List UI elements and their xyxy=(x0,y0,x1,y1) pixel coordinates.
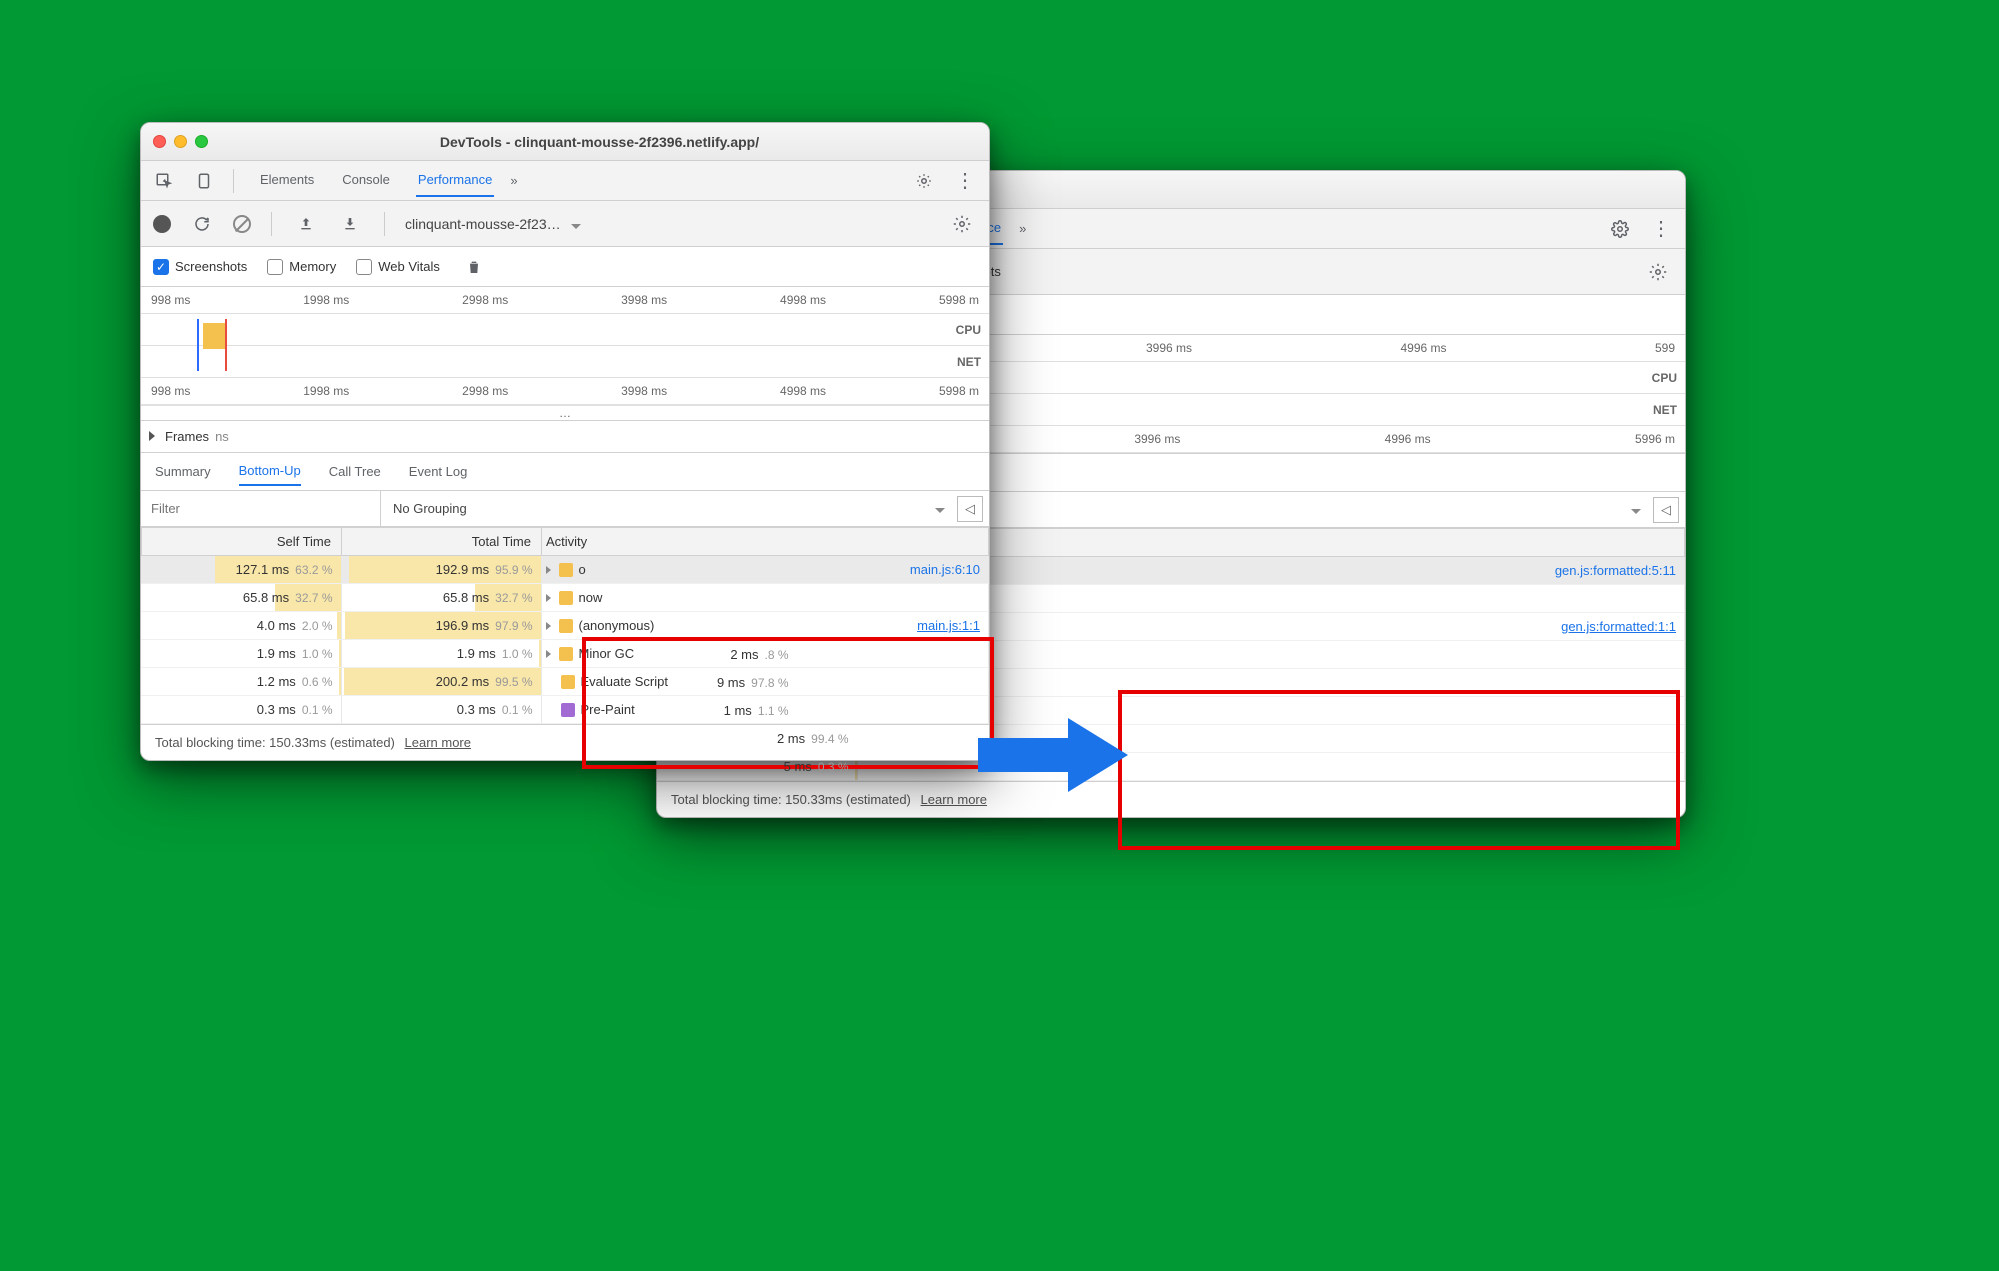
window-title: DevTools - clinquant-mousse-2f2396.netli… xyxy=(222,134,977,150)
activity-swatch-icon xyxy=(559,563,573,577)
table-row[interactable]: 127.1 ms63.2 %192.9 ms95.9 %omain.js:6:1… xyxy=(141,556,989,584)
gear-icon[interactable] xyxy=(947,211,977,237)
gear-icon[interactable] xyxy=(1605,216,1635,242)
activity-name: Pre-Paint xyxy=(581,702,635,717)
activity-swatch-icon xyxy=(559,591,573,605)
col-self-time[interactable]: Self Time xyxy=(142,528,342,556)
url-dropdown[interactable]: clinquant-mousse-2f23… xyxy=(405,216,581,232)
col-activity[interactable]: Activity xyxy=(542,528,989,556)
screenshots-checkbox[interactable]: ✓ Screenshots xyxy=(153,259,247,275)
source-link[interactable]: gen.js:formatted:1:1 xyxy=(1561,619,1676,634)
subtab-bottom-up[interactable]: Bottom-Up xyxy=(239,457,301,486)
ruler-dots: … xyxy=(141,405,989,420)
subtab-summary[interactable]: Summary xyxy=(155,458,211,485)
activity-swatch-icon xyxy=(561,703,575,717)
source-link[interactable]: main.js:6:10 xyxy=(910,562,980,577)
minimize-window-icon[interactable] xyxy=(174,135,187,148)
activity-swatch-icon xyxy=(559,619,573,633)
checkbox-icon: ✓ xyxy=(153,259,169,275)
more-tabs-icon[interactable]: » xyxy=(504,169,523,192)
table-row[interactable]: 1.2 ms0.6 %200.2 ms99.5 %Evaluate Script xyxy=(141,668,989,696)
gear-icon[interactable] xyxy=(1643,259,1673,285)
grouping-dropdown[interactable]: No Grouping xyxy=(381,501,957,516)
perf-controlbar: clinquant-mousse-2f23… xyxy=(141,201,989,247)
source-link[interactable]: gen.js:formatted:5:11 xyxy=(1555,563,1676,578)
trash-icon[interactable] xyxy=(460,255,488,279)
footer: Total blocking time: 150.33ms (estimated… xyxy=(141,724,989,760)
frames-row[interactable]: Frames ns xyxy=(141,421,989,453)
download-icon[interactable] xyxy=(336,212,364,236)
filter-bar: No Grouping ◁ xyxy=(141,491,989,527)
timeline-overview[interactable]: 998 ms1998 ms2998 ms3998 ms4998 ms5998 m… xyxy=(141,287,989,421)
close-window-icon[interactable] xyxy=(153,135,166,148)
col-total-time[interactable]: Total Time xyxy=(342,528,542,556)
clear-icon[interactable] xyxy=(233,215,251,233)
cpu-track: CPU xyxy=(141,314,989,346)
net-track: NET xyxy=(141,346,989,378)
devtools-toolbar: Elements Console Performance » ⋮ xyxy=(141,161,989,201)
record-button[interactable] xyxy=(153,215,171,233)
activity-name: Minor GC xyxy=(579,646,635,661)
kebab-menu-icon[interactable]: ⋮ xyxy=(949,164,981,197)
ruler-ticks: 998 ms1998 ms2998 ms3998 ms4998 ms5998 m xyxy=(141,378,989,405)
table-row[interactable]: 0.3 ms0.1 %0.3 ms0.1 %Pre-Paint xyxy=(141,696,989,724)
activity-name: Evaluate Script xyxy=(581,674,668,689)
activity-name: o xyxy=(579,562,586,577)
more-tabs-icon[interactable]: » xyxy=(1013,217,1032,240)
expand-icon[interactable] xyxy=(149,429,159,444)
tab-elements[interactable]: Elements xyxy=(258,164,316,197)
expand-icon[interactable] xyxy=(546,618,553,633)
show-heaviest-stack-button[interactable]: ◁ xyxy=(957,496,983,522)
learn-more-link[interactable]: Learn more xyxy=(921,792,987,807)
reload-icon[interactable] xyxy=(187,211,217,237)
tab-performance[interactable]: Performance xyxy=(416,164,494,197)
learn-more-link[interactable]: Learn more xyxy=(405,735,471,750)
footer: Total blocking time: 150.33ms (estimated… xyxy=(657,781,1685,817)
frames-label: Frames xyxy=(165,429,209,444)
checkbox-icon xyxy=(356,259,372,275)
perf-options: ✓ Screenshots Memory Web Vitals xyxy=(141,247,989,287)
memory-checkbox[interactable]: Memory xyxy=(267,259,336,275)
gear-icon[interactable] xyxy=(909,168,939,194)
source-link[interactable]: main.js:1:1 xyxy=(917,618,980,633)
tab-console[interactable]: Console xyxy=(340,164,392,197)
filter-input[interactable] xyxy=(141,491,381,526)
window-titlebar[interactable]: DevTools - clinquant-mousse-2f2396.netli… xyxy=(141,123,989,161)
perf-subtabs: Summary Bottom-Up Call Tree Event Log xyxy=(141,453,989,491)
zoom-window-icon[interactable] xyxy=(195,135,208,148)
expand-icon[interactable] xyxy=(546,646,553,661)
blocking-time-text: Total blocking time: 150.33ms (estimated… xyxy=(155,735,395,750)
device-toggle-icon[interactable] xyxy=(189,168,219,194)
subtab-call-tree[interactable]: Call Tree xyxy=(329,458,381,485)
traffic-lights[interactable] xyxy=(153,135,208,148)
activity-name: now xyxy=(579,590,603,605)
activity-name: (anonymous) xyxy=(579,618,655,633)
show-heaviest-stack-button[interactable]: ◁ xyxy=(1653,497,1679,523)
kebab-menu-icon[interactable]: ⋮ xyxy=(1645,212,1677,245)
expand-icon[interactable] xyxy=(546,590,553,605)
overview-ticks: 998 ms1998 ms2998 ms3998 ms4998 ms5998 m xyxy=(141,287,989,314)
inspect-icon[interactable] xyxy=(149,168,179,194)
expand-icon[interactable] xyxy=(546,562,553,577)
bottom-up-table: Self Time Total Time Activity xyxy=(141,527,989,556)
bottom-up-rows: 127.1 ms63.2 %192.9 ms95.9 %omain.js:6:1… xyxy=(141,556,989,724)
subtab-event-log[interactable]: Event Log xyxy=(409,458,468,485)
table-row[interactable]: 4.0 ms2.0 %196.9 ms97.9 %(anonymous)main… xyxy=(141,612,989,640)
activity-swatch-icon xyxy=(559,647,573,661)
blocking-time-text: Total blocking time: 150.33ms (estimated… xyxy=(671,792,911,807)
activity-swatch-icon xyxy=(561,675,575,689)
table-row[interactable]: 65.8 ms32.7 %65.8 ms32.7 %now xyxy=(141,584,989,612)
table-row[interactable]: 1.9 ms1.0 %1.9 ms1.0 %Minor GC xyxy=(141,640,989,668)
checkbox-icon xyxy=(267,259,283,275)
webvitals-checkbox[interactable]: Web Vitals xyxy=(356,259,440,275)
upload-icon[interactable] xyxy=(292,212,320,236)
